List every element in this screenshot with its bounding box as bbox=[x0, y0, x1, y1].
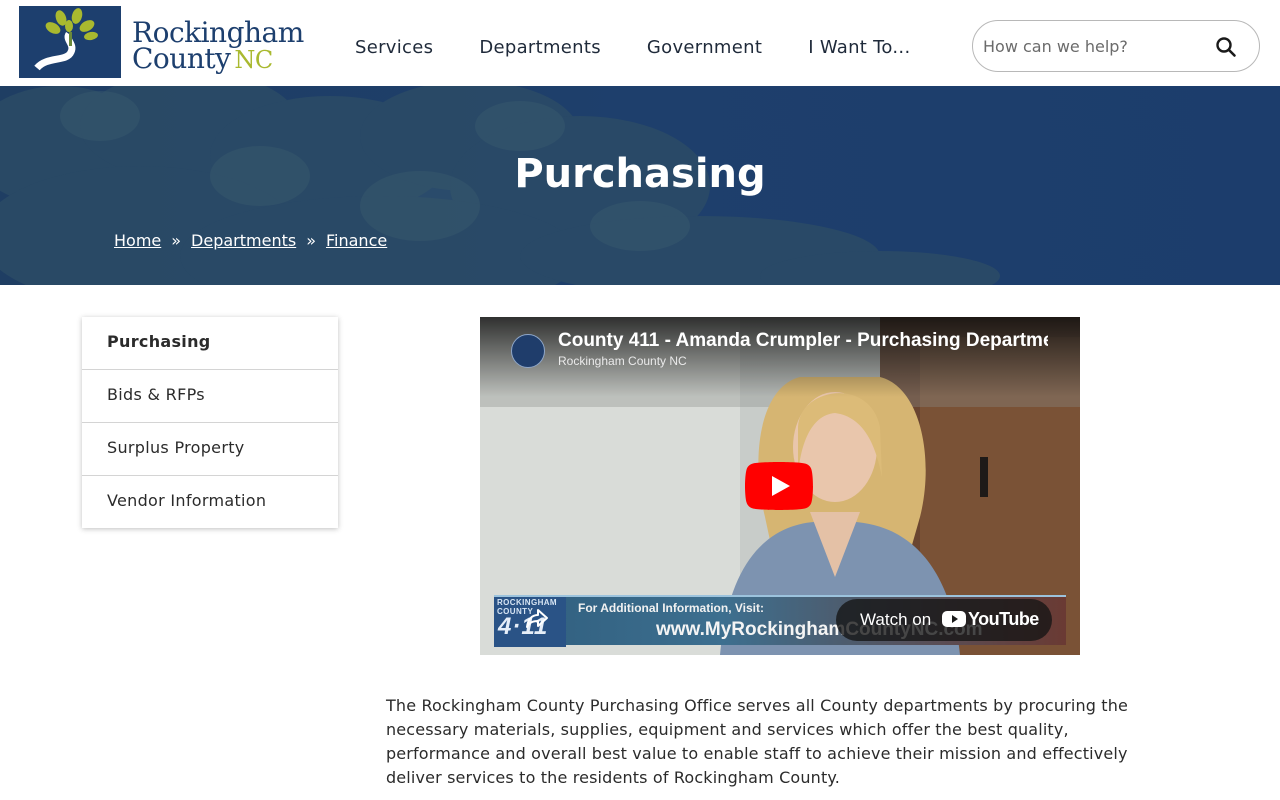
county-logo-icon bbox=[19, 6, 121, 78]
watch-on-label: Watch on bbox=[860, 610, 932, 629]
nav-i-want-to[interactable]: I Want To... bbox=[808, 36, 910, 62]
watch-on-youtube-button[interactable]: Watch on YouTube bbox=[836, 599, 1052, 641]
youtube-wordmark: YouTube bbox=[968, 609, 1039, 629]
breadcrumb-home[interactable]: Home bbox=[114, 231, 161, 250]
nav-government[interactable]: Government bbox=[647, 36, 762, 62]
share-icon[interactable] bbox=[524, 605, 550, 631]
section-sidebar: Purchasing Bids & RFPs Surplus Property … bbox=[82, 317, 338, 528]
intro-paragraph: The Rockingham County Purchasing Office … bbox=[386, 696, 1129, 787]
search-box bbox=[972, 20, 1260, 72]
hero-banner: Purchasing Home » Departments » Finance bbox=[0, 86, 1280, 285]
search-input[interactable] bbox=[983, 33, 1203, 59]
youtube-video-embed[interactable]: County 411 - Amanda Crumpler - Purchasin… bbox=[480, 317, 1080, 655]
play-button-icon[interactable] bbox=[745, 462, 813, 510]
logo-county: County bbox=[132, 42, 231, 75]
breadcrumb: Home » Departments » Finance bbox=[114, 231, 387, 250]
sidebar-item-purchasing[interactable]: Purchasing bbox=[82, 317, 338, 370]
logo-line2: County NC bbox=[132, 44, 273, 75]
site-header: Rockingham County NC Services Departments… bbox=[0, 0, 1280, 86]
logo-state: NC bbox=[234, 46, 273, 74]
nav-departments[interactable]: Departments bbox=[479, 36, 601, 62]
channel-avatar[interactable] bbox=[511, 334, 545, 368]
youtube-logo-icon bbox=[942, 611, 966, 627]
search-icon[interactable] bbox=[1213, 34, 1239, 60]
nav-services[interactable]: Services bbox=[355, 36, 433, 62]
main-nav: Services Departments Government I Want T… bbox=[355, 36, 956, 62]
video-channel-name[interactable]: Rockingham County NC bbox=[558, 354, 687, 368]
page-title: Purchasing bbox=[514, 151, 766, 197]
sidebar-item-bids-rfps[interactable]: Bids & RFPs bbox=[82, 370, 338, 423]
breadcrumb-separator: » bbox=[171, 231, 182, 250]
breadcrumb-separator: » bbox=[306, 231, 316, 250]
site-logo[interactable]: Rockingham County NC bbox=[17, 4, 304, 82]
video-title[interactable]: County 411 - Amanda Crumpler - Purchasin… bbox=[558, 330, 1048, 352]
breadcrumb-finance[interactable]: Finance bbox=[326, 231, 387, 250]
breadcrumb-departments[interactable]: Departments bbox=[191, 231, 296, 250]
sidebar-item-surplus-property[interactable]: Surplus Property bbox=[82, 423, 338, 476]
lower-third-info-label: For Additional Information, Visit: bbox=[578, 601, 764, 615]
sidebar-item-vendor-information[interactable]: Vendor Information bbox=[82, 476, 338, 528]
